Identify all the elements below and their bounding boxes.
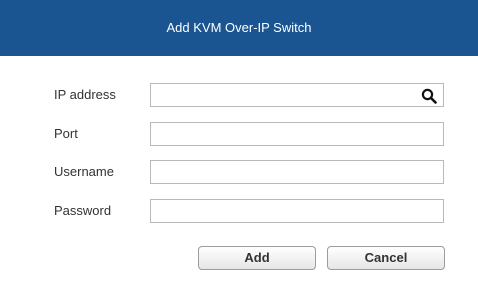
add-button[interactable]: Add [198, 246, 316, 270]
add-kvm-dialog: Add KVM Over-IP Switch IP address Port U… [0, 0, 478, 298]
dialog-title: Add KVM Over-IP Switch [0, 0, 478, 56]
port-row: Port [0, 122, 478, 146]
ip-address-field-box [150, 83, 444, 107]
username-input[interactable] [151, 161, 443, 183]
username-row: Username [0, 160, 478, 184]
username-label: Username [54, 164, 114, 179]
ip-address-input[interactable] [151, 84, 443, 106]
port-input[interactable] [151, 123, 443, 145]
password-field-box [150, 199, 444, 223]
ip-address-label: IP address [54, 87, 116, 102]
password-row: Password [0, 199, 478, 223]
password-input[interactable] [151, 200, 443, 222]
password-label: Password [54, 203, 112, 218]
ip-address-row: IP address [0, 83, 478, 107]
username-field-box [150, 160, 444, 184]
search-icon[interactable] [421, 88, 437, 104]
port-label: Port [54, 126, 78, 141]
cancel-button[interactable]: Cancel [327, 246, 445, 270]
port-field-box [150, 122, 444, 146]
